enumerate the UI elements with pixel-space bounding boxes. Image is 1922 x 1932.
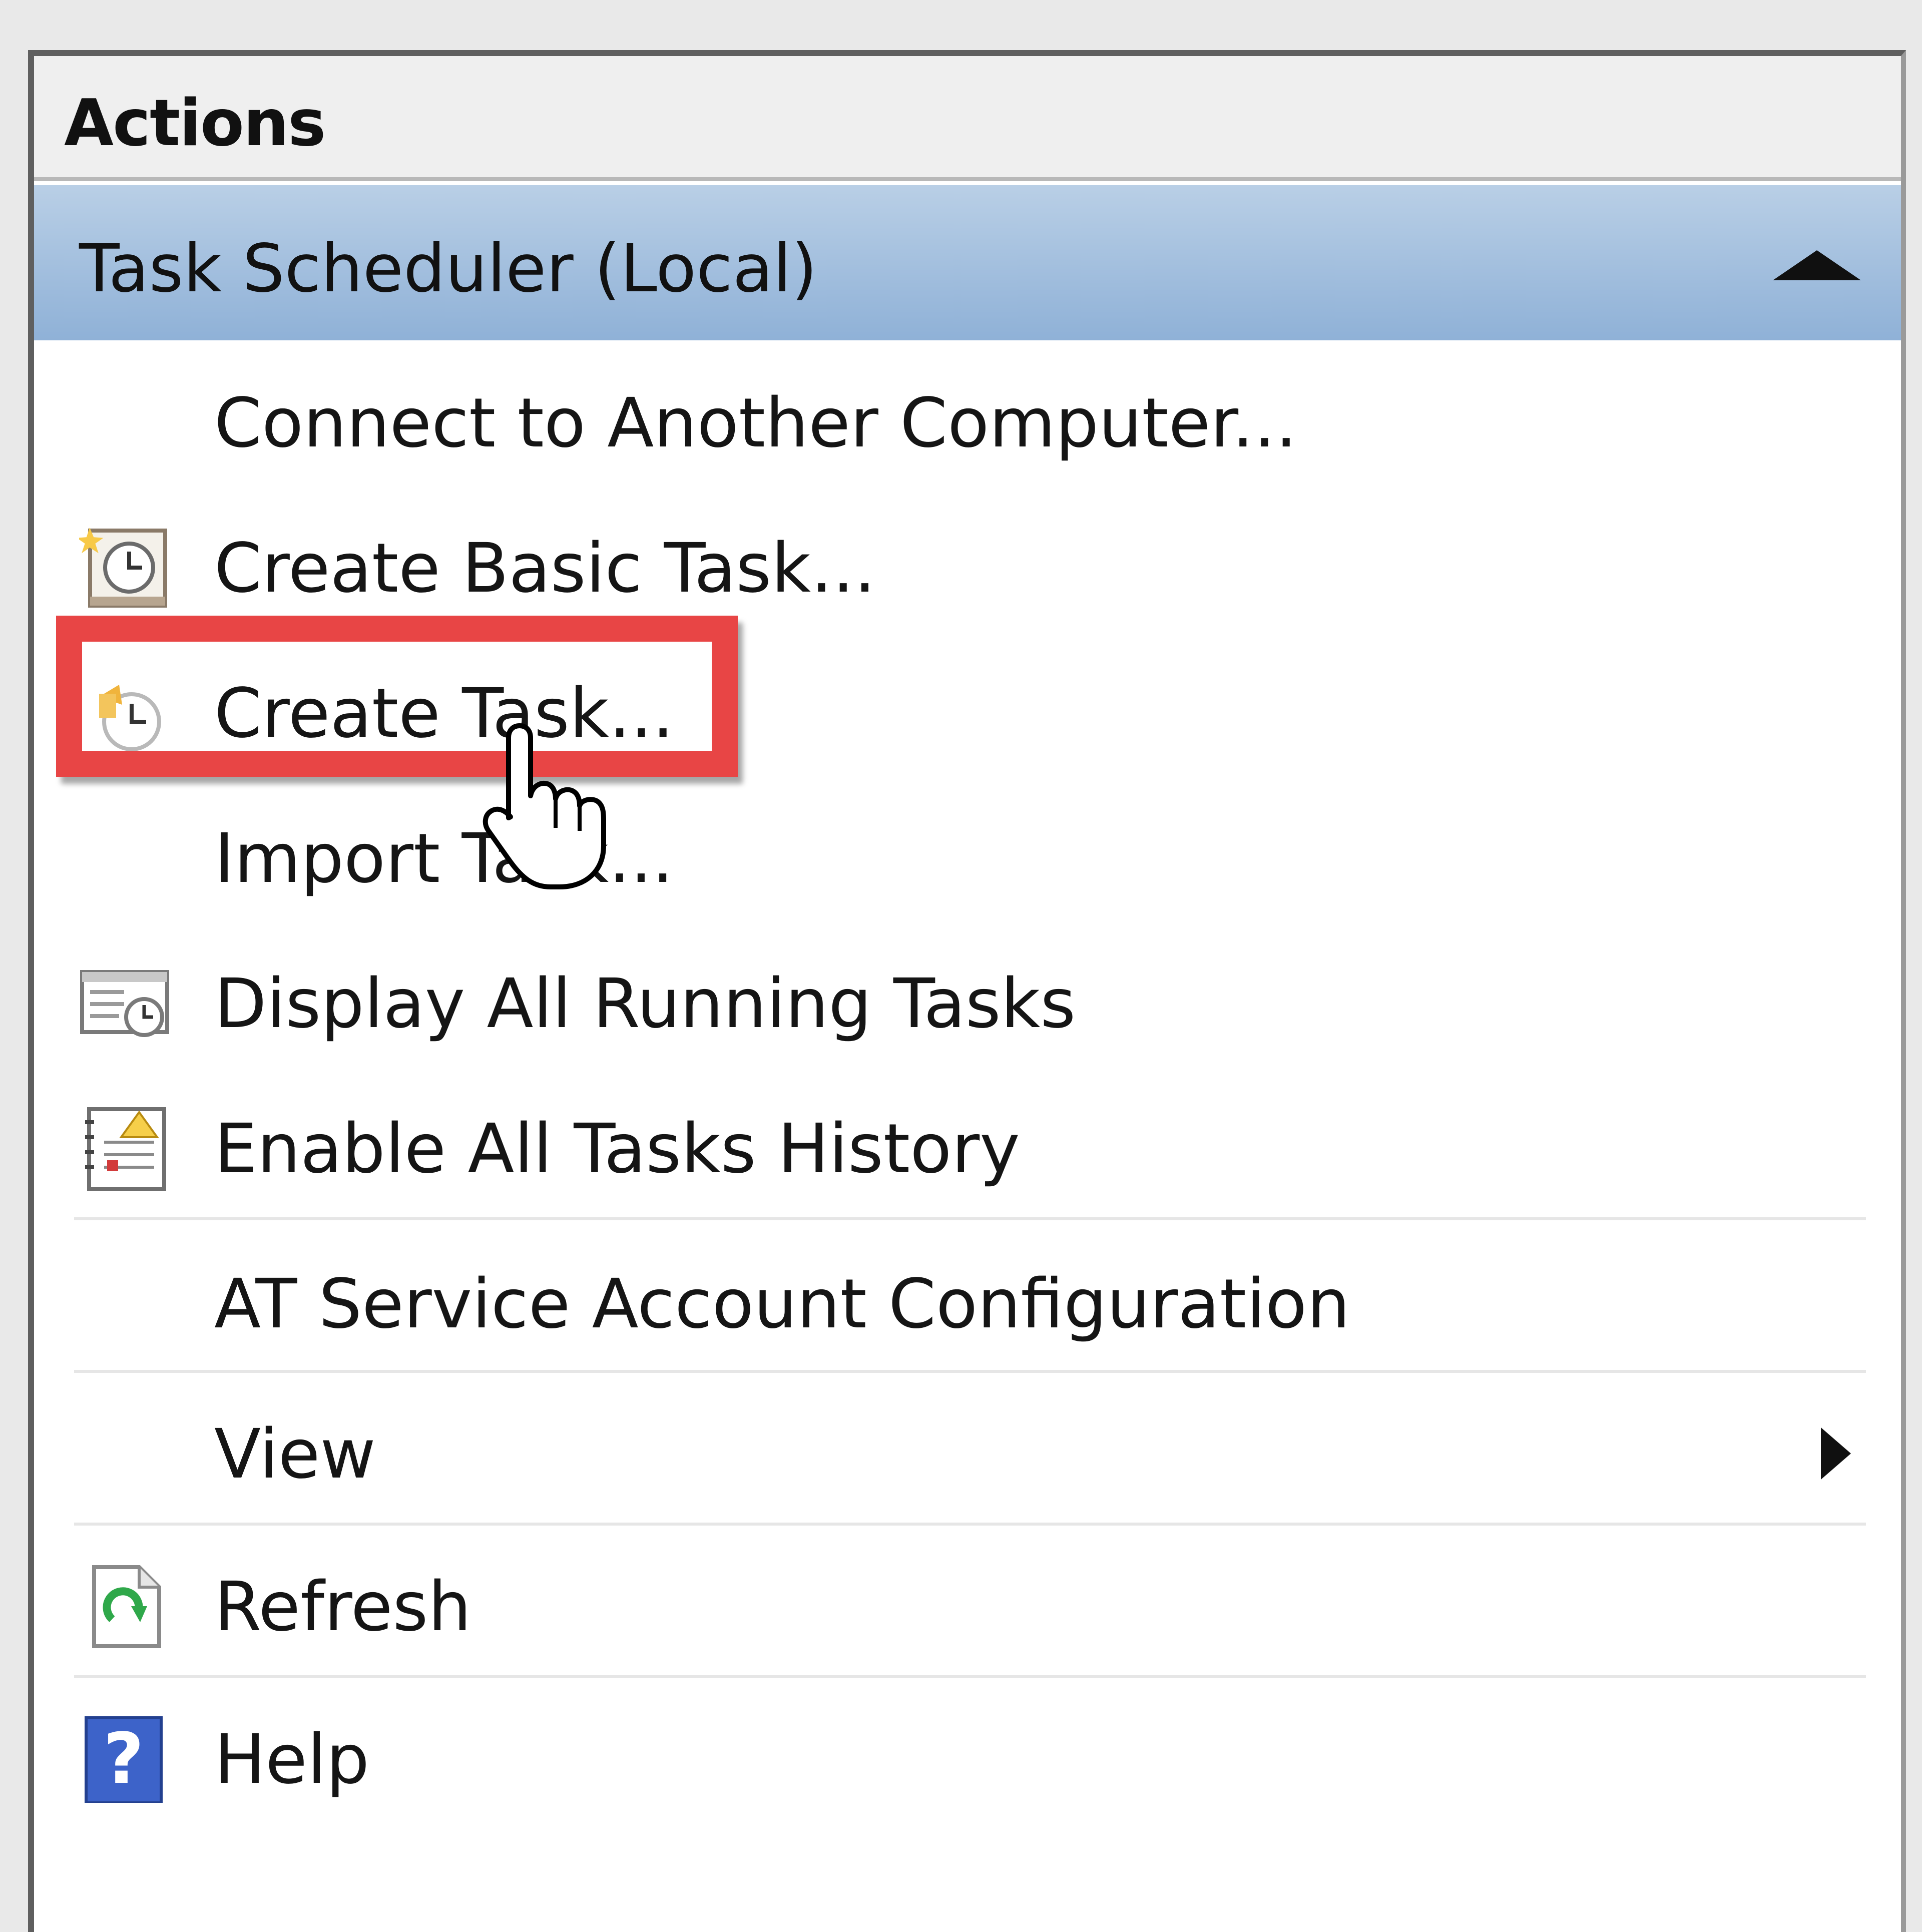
svg-text:?: ?	[103, 1718, 144, 1800]
action-connect-to-another-computer[interactable]: Connect to Another Computer...	[49, 356, 1881, 471]
action-label: AT Service Account Configuration	[214, 1265, 1350, 1344]
action-label: Refresh	[214, 1568, 471, 1647]
group-title: Task Scheduler (Local)	[79, 230, 817, 307]
action-at-service-account-configuration[interactable]: AT Service Account Configuration	[49, 1237, 1881, 1352]
action-import-task[interactable]: Import Task...	[49, 792, 1881, 907]
action-label: View	[214, 1415, 376, 1494]
actions-pane-header: Actions	[34, 56, 1901, 181]
tasks-history-icon	[85, 1107, 166, 1191]
separator	[74, 1217, 1866, 1220]
action-refresh[interactable]: Refresh	[49, 1540, 1881, 1655]
separator	[74, 1675, 1866, 1678]
create-basic-task-icon	[79, 528, 167, 608]
help-icon: ?	[85, 1716, 163, 1803]
separator	[74, 1523, 1866, 1526]
task-scheduler-local-group[interactable]: Task Scheduler (Local)	[34, 185, 1901, 340]
action-display-all-running-tasks[interactable]: Display All Running Tasks	[49, 937, 1881, 1052]
action-help[interactable]: ? Help	[49, 1693, 1881, 1808]
action-label: Create Basic Task...	[214, 529, 876, 608]
collapse-arrow-icon[interactable]	[1773, 250, 1861, 280]
actions-pane: Actions Task Scheduler (Local) Connect t…	[28, 50, 1906, 1932]
refresh-icon	[92, 1565, 161, 1648]
submenu-arrow-icon	[1821, 1427, 1851, 1480]
actions-title: Actions	[64, 86, 326, 161]
action-view[interactable]: View	[49, 1387, 1881, 1503]
create-task-highlight	[56, 616, 738, 777]
action-enable-all-tasks-history[interactable]: Enable All Tasks History	[49, 1082, 1881, 1197]
separator	[74, 1370, 1866, 1373]
action-label: Enable All Tasks History	[214, 1110, 1020, 1189]
hand-cursor-icon	[483, 723, 606, 889]
action-create-basic-task[interactable]: Create Basic Task...	[49, 502, 1881, 617]
action-label: Help	[214, 1720, 370, 1799]
action-label: Display All Running Tasks	[214, 964, 1076, 1044]
action-label: Connect to Another Computer...	[214, 384, 1297, 463]
running-tasks-icon	[80, 970, 169, 1037]
